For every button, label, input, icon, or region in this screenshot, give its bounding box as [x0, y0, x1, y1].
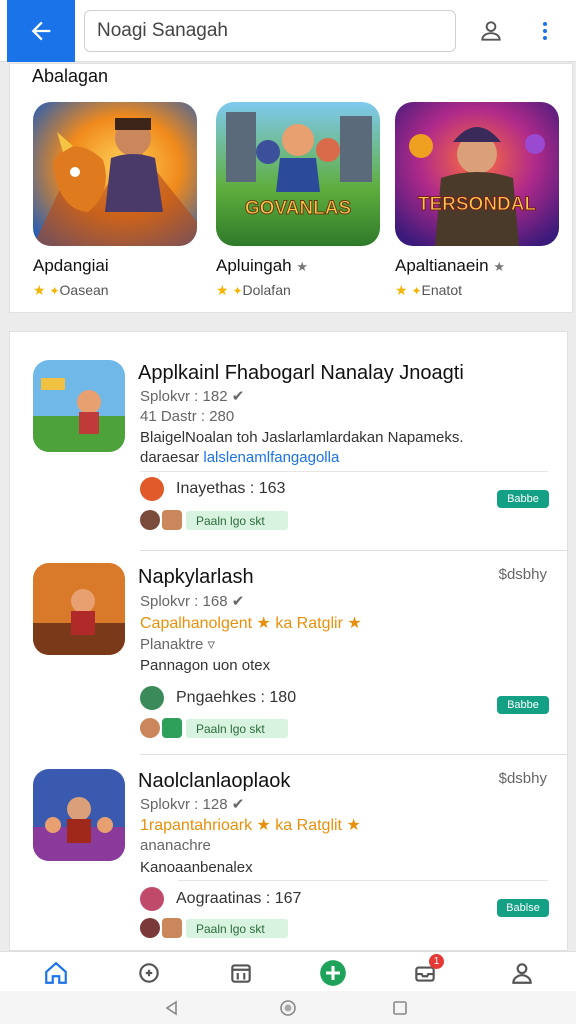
offer-text: Capalhanolgent ★ ka Ratglir ★ [140, 615, 362, 632]
search-input[interactable]: Noagi Sanagah [84, 10, 456, 52]
search-input-value: Noagi Sanagah [97, 20, 228, 41]
app-link[interactable]: lalslenamlfangagolla [203, 449, 339, 466]
section-title: Abalagan [32, 66, 109, 86]
star-half-icon: ✦ [232, 284, 243, 298]
chevron-down-icon: ▿ [207, 636, 216, 653]
developer-name: Pngaehkes : 180 [176, 689, 297, 706]
app-icon [33, 360, 125, 452]
nav-inbox[interactable]: 1 [410, 954, 444, 988]
featured-title: Apluingah ★ [216, 256, 309, 275]
friend-avatar [162, 918, 182, 938]
friend-avatar [140, 510, 160, 530]
game-artwork-logo: GOVANLAS [245, 198, 351, 219]
app-icon [33, 563, 125, 655]
app-description: Pannagon uon otex [140, 657, 271, 674]
featured-meta-row: ★ ✦Dolafan [216, 282, 380, 299]
system-recents-icon[interactable] [391, 999, 409, 1017]
star-icon: ★ [395, 282, 408, 298]
tag-chip[interactable]: Paaln lgo skt [186, 511, 288, 530]
price-label: $dsbhy [498, 566, 547, 583]
star-half-icon: ✦ [411, 284, 422, 298]
developer-avatar [140, 686, 164, 710]
nav-games[interactable] [134, 958, 164, 988]
install-button[interactable]: Babbe [497, 490, 549, 508]
star-outline-icon: ★ [493, 259, 505, 274]
app-title: Napkylarlash [138, 566, 254, 588]
plus-circle-icon [320, 960, 346, 986]
bottom-navigation: 1 [0, 951, 576, 991]
install-button[interactable]: Bablse [497, 899, 549, 917]
featured-title: Apaltianaein ★ [395, 256, 505, 275]
price-label: $dsbhy [498, 770, 547, 787]
featured-card[interactable]: TERSONDAL Apaltianaein ★ ★ ✦Enatot [395, 102, 559, 299]
gamepad-icon [139, 963, 159, 983]
home-icon [45, 961, 67, 984]
arrow-left-icon [31, 21, 51, 41]
tag-chip[interactable]: Paaln lgo skt [186, 919, 288, 938]
more-vert-icon [543, 22, 547, 40]
featured-meta: Dolafan [242, 282, 291, 298]
friend-avatar [140, 918, 160, 938]
game-artwork: TERSONDAL [395, 102, 559, 246]
app-stat: 41 Dastr : 280 [140, 408, 235, 425]
app-list: Applkainl Fhabogarl Nanalay Jnoagti Splo… [9, 331, 569, 951]
system-navigation-bar [0, 991, 576, 1024]
person-icon [481, 21, 501, 41]
overflow-menu-button[interactable] [530, 16, 560, 46]
app-meta: Planaktre ▿ [140, 636, 216, 653]
nav-home[interactable] [41, 958, 71, 988]
featured-meta: Enatot [421, 282, 462, 298]
star-icon: ★ [33, 282, 46, 298]
featured-meta: Oasean [59, 282, 109, 298]
back-button[interactable] [7, 0, 75, 62]
app-description: daraesar lalslenamlfangagolla [140, 449, 340, 466]
check-icon: ✔ [231, 388, 245, 405]
app-stat: Splokvr : 182 ✔ [140, 388, 245, 405]
featured-meta-row: ★ ✦Oasean [33, 282, 197, 299]
friend-avatar [162, 510, 182, 530]
notification-badge: 1 [429, 954, 444, 969]
profile-button[interactable] [476, 16, 506, 46]
featured-card[interactable]: Apdangiai ★ ✦Oasean [33, 102, 197, 299]
app-stat: Splokvr : 128 ✔ [140, 796, 245, 813]
check-icon: ✔ [231, 593, 245, 610]
game-artwork: GOVANLAS [216, 102, 380, 246]
nav-account[interactable] [507, 958, 537, 988]
featured-meta-row: ★ ✦Enatot [395, 282, 559, 299]
star-half-icon: ✦ [49, 284, 60, 298]
developer-avatar [140, 477, 164, 501]
app-stat: Splokvr : 168 ✔ [140, 593, 245, 610]
app-title: Applkainl Fhabogarl Nanalay Jnoagti [138, 362, 464, 384]
game-artwork [33, 102, 197, 246]
developer-name: Inayethas : 163 [176, 480, 286, 497]
install-button[interactable]: Babbe [497, 696, 549, 714]
calendar-icon [231, 964, 251, 983]
nav-calendar[interactable] [226, 958, 256, 988]
featured-section: Abalagan Apdangiai ★ ✦Oasean GOVANLAS Ap… [9, 63, 573, 313]
friend-avatar [162, 718, 182, 738]
app-description: Kanoaanbenalex [140, 859, 253, 876]
system-home-icon[interactable] [279, 999, 297, 1017]
app-title: Naolclanlaoplaok [138, 770, 291, 792]
top-app-bar: Noagi Sanagah [0, 0, 576, 62]
tag-chip[interactable]: Paaln lgo skt [186, 719, 288, 738]
star-icon: ★ [216, 282, 229, 298]
nav-add[interactable] [318, 958, 348, 988]
friend-avatar [140, 718, 160, 738]
app-icon [33, 769, 125, 861]
featured-card[interactable]: GOVANLAS Apluingah ★ ★ ✦Dolafan [216, 102, 380, 299]
check-icon: ✔ [231, 796, 245, 813]
system-back-icon[interactable] [163, 999, 181, 1017]
account-icon [512, 963, 532, 984]
developer-name: Aograatinas : 167 [176, 890, 302, 907]
featured-title: Apdangiai [33, 256, 109, 275]
game-artwork-logo: TERSONDAL [418, 194, 537, 215]
developer-avatar [140, 887, 164, 911]
app-meta: ananachre [140, 837, 211, 854]
offer-text: 1rapantahrioark ★ ka Ratglit ★ [140, 817, 361, 834]
app-description: BlaigelNoalan toh Jaslarlamlardakan Napa… [140, 429, 464, 446]
star-outline-icon: ★ [296, 259, 309, 274]
